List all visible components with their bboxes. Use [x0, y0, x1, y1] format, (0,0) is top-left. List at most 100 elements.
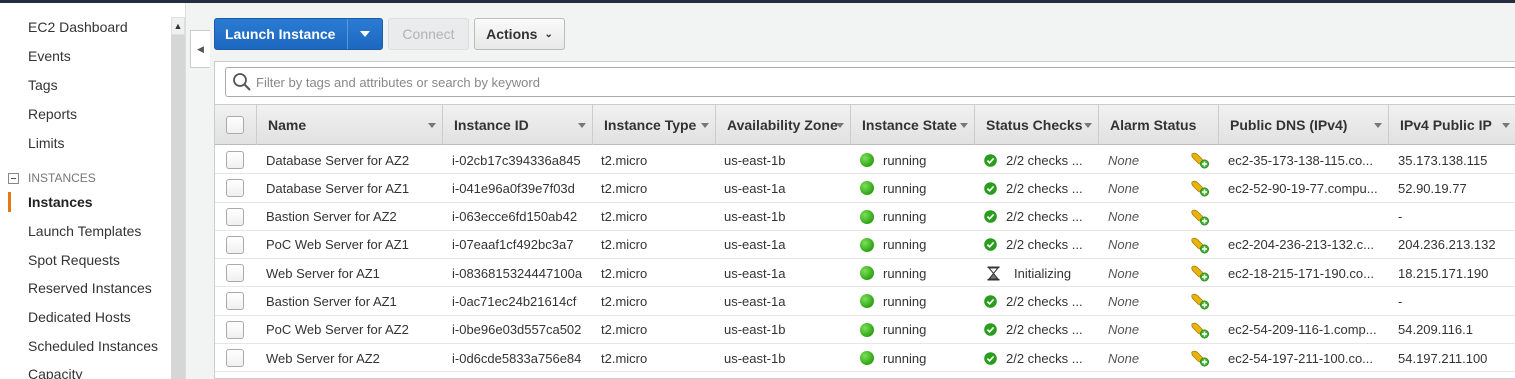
- column-header-alarm-status[interactable]: Alarm Status: [1098, 105, 1218, 145]
- state-text: running: [883, 322, 927, 338]
- running-status-icon: [860, 266, 874, 281]
- cell-alarm-status: None: [1108, 203, 1218, 231]
- column-header-instance-type[interactable]: Instance Type: [592, 105, 715, 145]
- sidebar-item-reports[interactable]: Reports: [28, 106, 77, 122]
- launch-dropdown-toggle[interactable]: [348, 31, 382, 37]
- search-bar[interactable]: [225, 67, 1515, 97]
- table-row[interactable]: Database Server for AZ2 i-02cb17c394336a…: [215, 146, 1515, 175]
- table-row[interactable]: Web Server for AZ2 i-0d6cde5833a756e84 t…: [215, 344, 1515, 373]
- cell-instance-id: i-0d6cde5833a756e84: [452, 350, 582, 366]
- row-checkbox[interactable]: [226, 292, 244, 311]
- column-label: Instance Type: [604, 117, 697, 133]
- cell-instance-id: i-02cb17c394336a845: [452, 152, 581, 168]
- row-checkbox[interactable]: [226, 349, 244, 368]
- cell-status-checks[interactable]: 2/2 checks ...: [984, 287, 1098, 315]
- cell-instance-id: i-0be96e03d557ca502: [452, 322, 582, 338]
- sidebar-item-dedicated-hosts[interactable]: Dedicated Hosts: [28, 309, 131, 325]
- cell-public-dns: ec2-18-215-171-190.co...: [1228, 265, 1374, 281]
- cell-instance-type: t2.micro: [601, 293, 648, 309]
- sidebar-item-scheduled-instances[interactable]: Scheduled Instances: [28, 338, 158, 354]
- table-row[interactable]: Bastion Server for AZ2 i-063ecce6fd150ab…: [215, 202, 1515, 231]
- select-all-checkbox[interactable]: [226, 116, 244, 134]
- row-checkbox[interactable]: [226, 207, 244, 226]
- create-alarm-icon[interactable]: [1190, 236, 1210, 254]
- row-checkbox[interactable]: [226, 320, 244, 339]
- running-status-icon: [860, 322, 874, 337]
- checks-text: 2/2 checks ...: [1006, 322, 1083, 338]
- create-alarm-icon[interactable]: [1190, 151, 1210, 169]
- table-row[interactable]: PoC Web Server for AZ2 i-0be96e03d557ca5…: [215, 315, 1515, 345]
- cell-alarm-status: None: [1108, 287, 1218, 315]
- column-header-status-checks[interactable]: Status Checks: [974, 105, 1098, 145]
- sidebar-item-capacity[interactable]: Capacity: [28, 366, 82, 379]
- cell-public-dns: ec2-54-197-211-100.co...: [1228, 350, 1374, 366]
- column-header-instance-id[interactable]: Instance ID: [442, 105, 592, 145]
- running-status-icon: [860, 294, 874, 309]
- cell-ipv4-public-ip: 18.215.171.190: [1398, 265, 1489, 281]
- column-header-availability-zone[interactable]: Availability Zone: [715, 105, 850, 145]
- create-alarm-icon[interactable]: [1190, 292, 1210, 310]
- sidebar-scrollbar[interactable]: [171, 17, 185, 379]
- row-select-cell: [226, 316, 244, 344]
- cell-availability-zone: us-east-1b: [724, 350, 786, 366]
- row-checkbox[interactable]: [226, 264, 244, 283]
- collapse-icon[interactable]: [8, 172, 19, 184]
- launch-instance-button[interactable]: Launch Instance: [214, 18, 383, 50]
- column-header-name[interactable]: Name: [256, 105, 442, 145]
- row-checkbox[interactable]: [226, 151, 244, 169]
- sidebar: EC2 Dashboard Events Tags Reports Limits…: [0, 3, 171, 379]
- column-header-ipv4-public-ip[interactable]: IPv4 Public IP: [1388, 105, 1515, 145]
- sidebar-item-launch-templates[interactable]: Launch Templates: [28, 223, 141, 239]
- cell-alarm-status: None: [1108, 259, 1218, 287]
- create-alarm-icon[interactable]: [1190, 321, 1210, 339]
- alarm-text: None: [1108, 350, 1140, 366]
- row-checkbox[interactable]: [226, 235, 244, 254]
- scroll-up-icon[interactable]: ▲: [171, 17, 185, 35]
- table-row[interactable]: Web Server for AZ1 i-0836815324447100a t…: [215, 259, 1515, 288]
- table-header: Name Instance ID Instance Type Availabil…: [215, 104, 1515, 145]
- search-input[interactable]: [256, 74, 1515, 90]
- actions-button[interactable]: Actions ⌄: [474, 18, 565, 50]
- create-alarm-icon[interactable]: [1190, 208, 1210, 226]
- state-text: running: [883, 293, 927, 309]
- create-alarm-icon[interactable]: [1190, 349, 1210, 367]
- sidebar-item-spot-requests[interactable]: Spot Requests: [28, 252, 120, 268]
- cell-ipv4-public-ip: 204.236.213.132: [1398, 237, 1496, 253]
- cell-status-checks[interactable]: 2/2 checks ...: [984, 316, 1098, 344]
- create-alarm-icon[interactable]: [1190, 179, 1210, 197]
- row-checkbox[interactable]: [226, 179, 244, 198]
- actions-label: Actions: [486, 26, 538, 42]
- cell-status-checks[interactable]: 2/2 checks ...: [984, 146, 1098, 174]
- sidebar-item-reserved-instances[interactable]: Reserved Instances: [28, 280, 152, 296]
- row-select-cell: [226, 231, 244, 259]
- sidebar-item-tags[interactable]: Tags: [28, 77, 58, 93]
- sidebar-item-events[interactable]: Events: [28, 48, 71, 64]
- cell-public-dns: [1228, 203, 1388, 231]
- sidebar-item-limits[interactable]: Limits: [28, 135, 65, 151]
- cell-status-checks[interactable]: 2/2 checks ...: [984, 203, 1098, 231]
- cell-status-checks[interactable]: Initializing: [984, 259, 1098, 287]
- cell-instance-state: running: [860, 316, 974, 344]
- cell-alarm-status: None: [1108, 316, 1218, 344]
- cell-status-checks[interactable]: 2/2 checks ...: [984, 174, 1098, 202]
- cell-name: PoC Web Server for AZ2: [266, 322, 409, 338]
- column-header-instance-state[interactable]: Instance State: [850, 105, 974, 145]
- cell-instance-state: running: [860, 287, 974, 315]
- column-header-public-dns[interactable]: Public DNS (IPv4): [1218, 105, 1388, 145]
- sidebar-item-ec2-dashboard[interactable]: EC2 Dashboard: [28, 19, 128, 35]
- state-text: running: [883, 152, 927, 168]
- checks-text: 2/2 checks ...: [1006, 293, 1083, 309]
- table-row[interactable]: Bastion Server for AZ1 i-0ac71ec24b21614…: [215, 287, 1515, 316]
- cell-status-checks[interactable]: 2/2 checks ...: [984, 344, 1098, 372]
- connect-button[interactable]: Connect: [388, 18, 469, 50]
- check-icon: [984, 351, 997, 365]
- check-icon: [984, 323, 997, 337]
- collapse-sidebar-button[interactable]: ◀: [190, 30, 210, 68]
- table-row[interactable]: PoC Web Server for AZ1 i-07eaaf1cf492bc3…: [215, 230, 1515, 260]
- sidebar-item-instances[interactable]: Instances: [28, 194, 93, 210]
- table-body: Database Server for AZ2 i-02cb17c394336a…: [215, 146, 1515, 373]
- sidebar-section-instances[interactable]: INSTANCES: [8, 171, 96, 185]
- create-alarm-icon[interactable]: [1190, 264, 1210, 282]
- table-row[interactable]: Database Server for AZ1 i-041e96a0f39e7f…: [215, 174, 1515, 203]
- cell-status-checks[interactable]: 2/2 checks ...: [984, 231, 1098, 259]
